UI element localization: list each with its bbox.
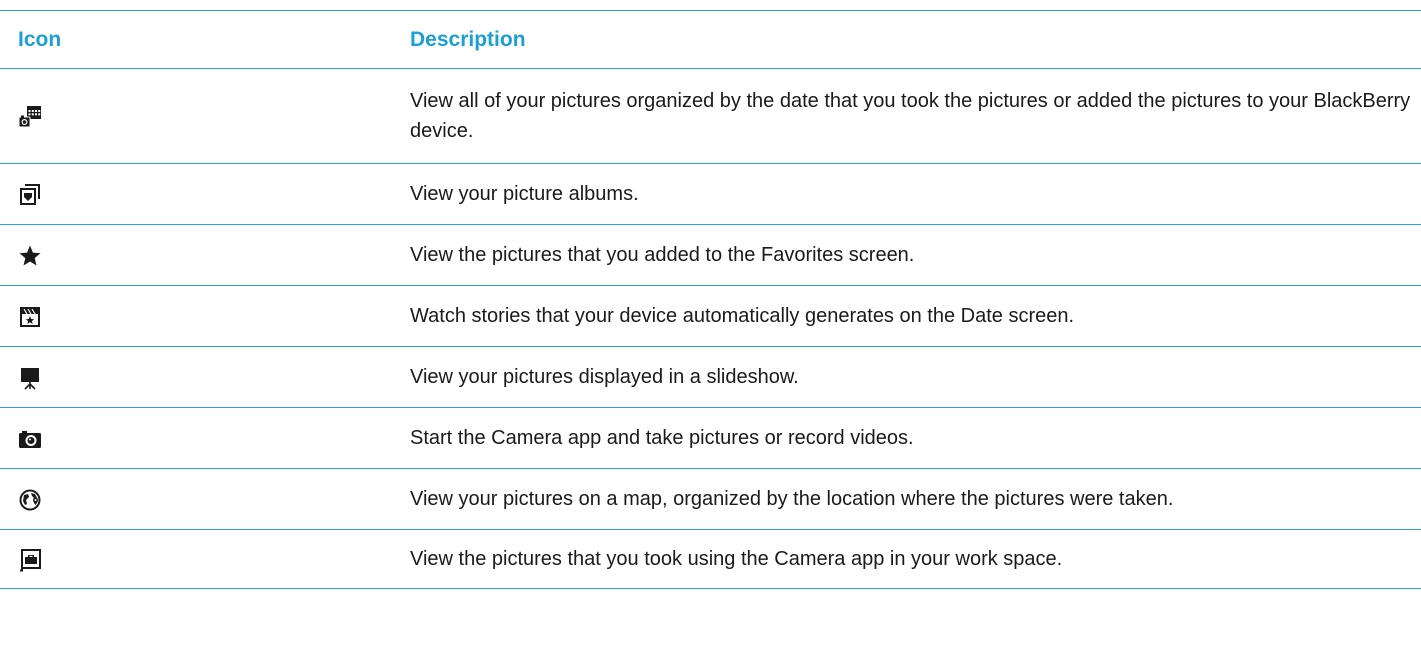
slideshow-easel-icon: [18, 366, 42, 390]
row-description: Start the Camera app and take pictures o…: [410, 407, 1421, 469]
table-row: View your picture albums.: [0, 163, 1421, 225]
table-row: View the pictures that you took using th…: [0, 529, 1421, 589]
table-row: View your pictures displayed in a slides…: [0, 346, 1421, 408]
description-column-header: Description: [410, 10, 1421, 69]
row-description: View the pictures that you added to the …: [410, 224, 1421, 286]
row-description: View your pictures displayed in a slides…: [410, 346, 1421, 408]
row-description: Watch stories that your device automatic…: [410, 285, 1421, 347]
table-row: Start the Camera app and take pictures o…: [0, 407, 1421, 469]
icon-description-table: Icon Description View all of your pictur…: [0, 10, 1421, 589]
picture-albums-icon: [18, 183, 42, 207]
table-row: View all of your pictures organized by t…: [0, 68, 1421, 164]
table-header-row: Icon Description: [0, 10, 1421, 69]
table-row: View the pictures that you added to the …: [0, 224, 1421, 286]
row-description: View your picture albums.: [410, 163, 1421, 225]
story-clapper-icon: [18, 305, 42, 329]
camera-calendar-icon: [18, 105, 42, 129]
star-icon: [18, 244, 42, 268]
row-description: View your pictures on a map, organized b…: [410, 468, 1421, 530]
row-description: View the pictures that you took using th…: [410, 529, 1421, 589]
table-row: View your pictures on a map, organized b…: [0, 468, 1421, 530]
row-description: View all of your pictures organized by t…: [410, 68, 1421, 164]
icon-column-header: Icon: [0, 10, 410, 69]
work-briefcase-icon: [18, 548, 42, 572]
globe-map-icon: [18, 488, 42, 512]
table-row: Watch stories that your device automatic…: [0, 285, 1421, 347]
camera-icon: [18, 427, 42, 451]
